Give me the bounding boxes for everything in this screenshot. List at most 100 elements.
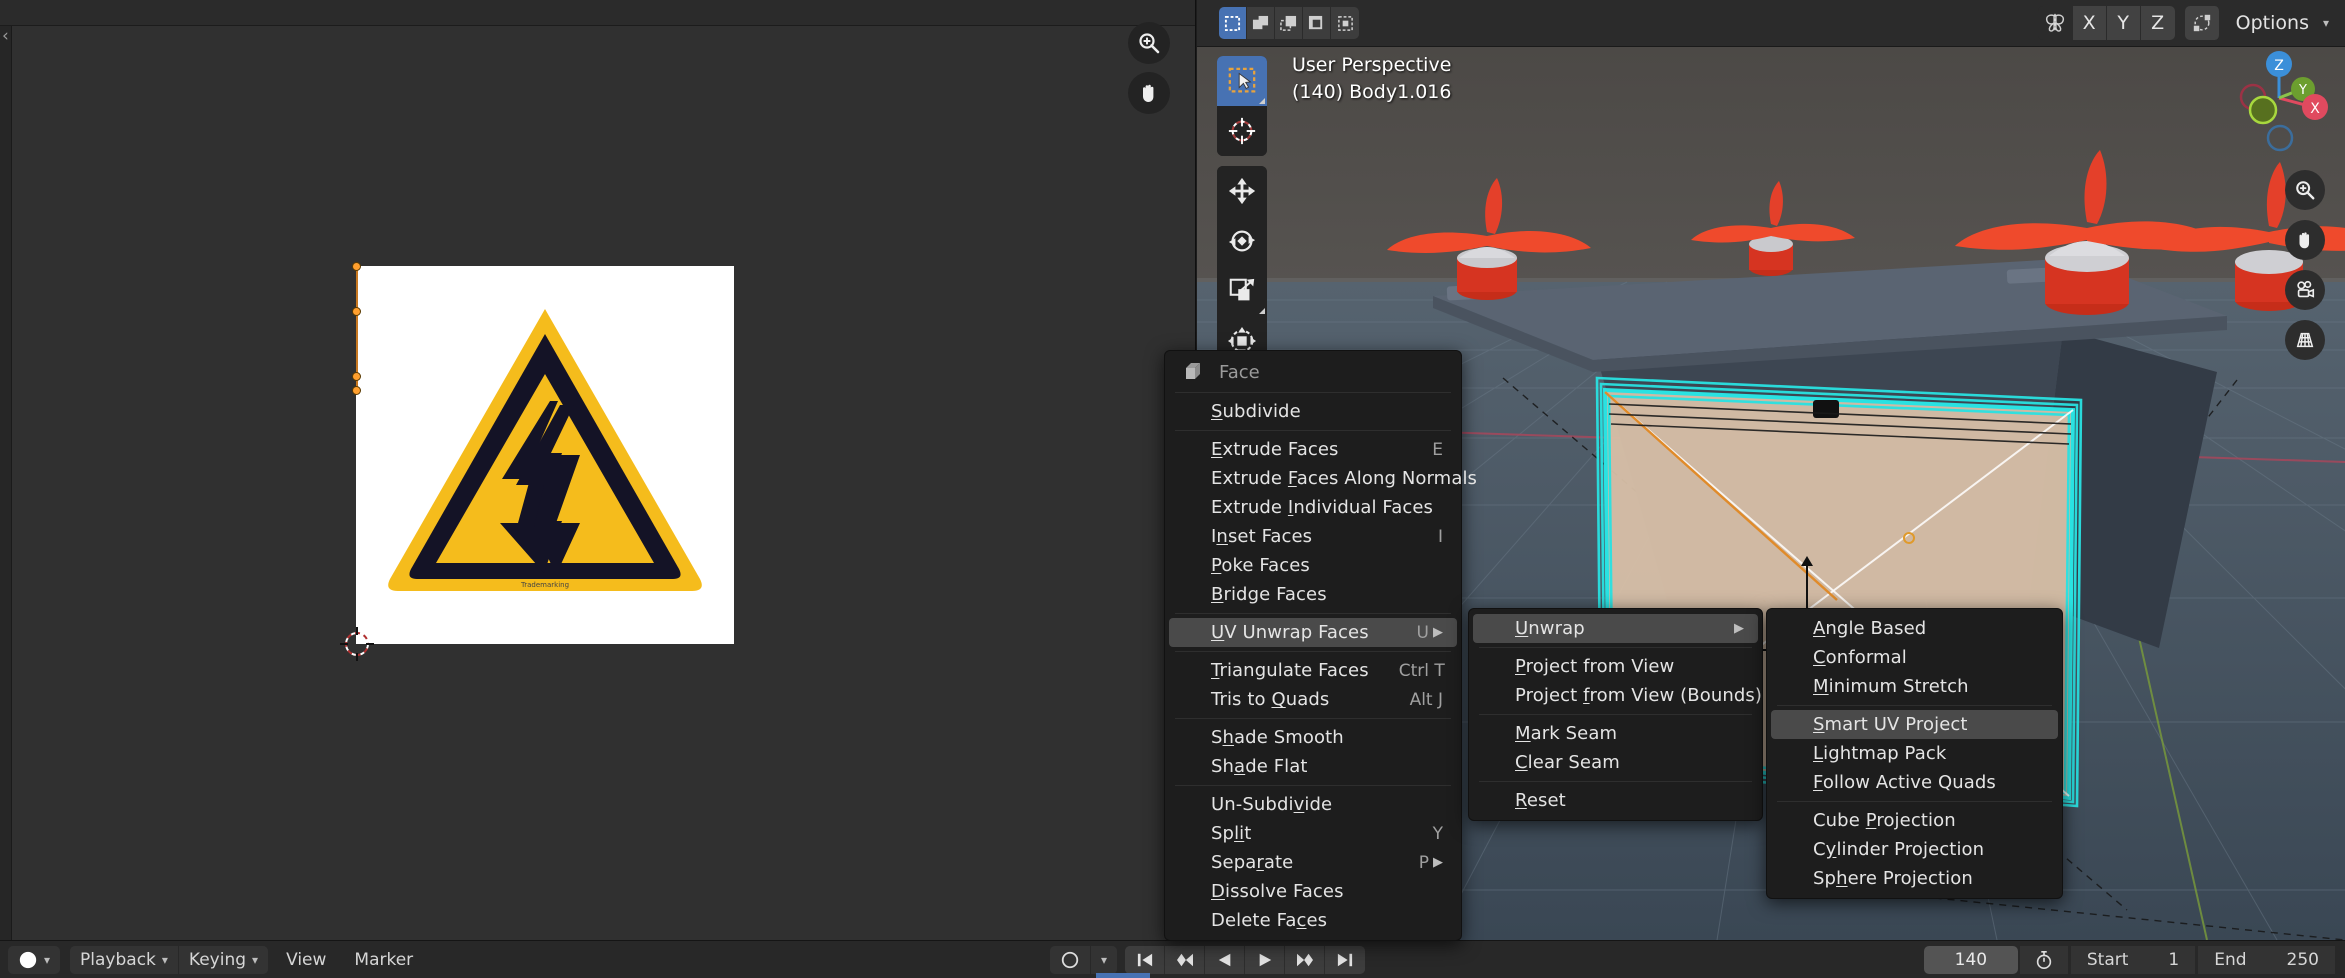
timeline-playhead[interactable]	[1096, 973, 1150, 978]
uv-submenu-items[interactable]: Unwrap ▶ Project from View Project from Vie…	[1469, 614, 1762, 815]
start-frame-control[interactable]: Start 1	[2070, 945, 2197, 974]
face-menu-items[interactable]: Subdivide Extrude Faces E Extrude Faces Alo…	[1165, 397, 1477, 935]
marker-menu[interactable]: Marker	[340, 950, 427, 970]
scale-tool-button[interactable]	[1217, 266, 1267, 316]
mirror-butterfly-icon[interactable]	[2037, 6, 2073, 40]
menu-item-cylinder-projection[interactable]: Cylinder Projection	[1771, 835, 2058, 864]
mirror-x-button[interactable]: X	[2072, 6, 2107, 40]
unwrap-method-submenu[interactable]: Angle Based Conformal Minimum Stretch Smart…	[1766, 608, 2063, 899]
play-reverse-button[interactable]	[1205, 945, 1246, 974]
menu-item-angle-based[interactable]: Angle Based	[1771, 614, 2058, 643]
transport-cluster[interactable]: ▾	[1050, 945, 1366, 974]
keying-menu[interactable]: Keying ▾	[178, 945, 269, 974]
menu-item-unwrap[interactable]: Unwrap ▶	[1473, 614, 1758, 643]
uv-image-canvas[interactable]: Trademarking	[356, 266, 734, 644]
timeline-menus[interactable]: Playback ▾ Keying ▾	[70, 945, 269, 974]
zoom-in-icon[interactable]	[2285, 170, 2325, 210]
hand-pan-icon[interactable]	[1128, 72, 1170, 114]
jump-to-start-button[interactable]	[1125, 945, 1166, 974]
viewport-header-right[interactable]: X Y Z Options ▾	[2037, 6, 2335, 40]
timeline-editor[interactable]: ▾ Playback ▾ Keying ▾ View Marker ▾ 140 …	[0, 940, 2345, 978]
uv-unwrap-submenu[interactable]: Unwrap ▶ Project from View Project from Vie…	[1468, 608, 1763, 821]
menu-item-poke-faces[interactable]: Poke Faces	[1169, 551, 1457, 580]
next-keyframe-button[interactable]	[1285, 945, 1326, 974]
hand-pan-icon[interactable]	[2285, 220, 2325, 260]
uv-editor-header[interactable]	[0, 0, 1195, 26]
menu-item-shade-smooth[interactable]: Shade Smooth	[1169, 723, 1457, 752]
auto-keying-group[interactable]: ▾	[1050, 945, 1118, 974]
menu-item-lightmap-pack[interactable]: Lightmap Pack	[1771, 739, 2058, 768]
selmode-tweak[interactable]	[1219, 7, 1247, 39]
mirror-y-button[interactable]: Y	[2106, 6, 2141, 40]
current-frame-field[interactable]: 140	[1923, 945, 2018, 974]
uv-vertex[interactable]	[352, 386, 361, 395]
menu-item-extrude-faces[interactable]: Extrude Faces E	[1169, 435, 1457, 464]
menu-item-uv-unwrap-faces[interactable]: UV Unwrap Faces U ▶	[1169, 618, 1457, 647]
uv-nav-buttons[interactable]	[1128, 22, 1170, 122]
prev-keyframe-button[interactable]	[1165, 945, 1206, 974]
menu-item-tris-to-quads[interactable]: Tris to Quads Alt J	[1169, 685, 1457, 714]
tool-group-transform[interactable]	[1217, 166, 1267, 366]
viewport-toolbar[interactable]	[1217, 56, 1267, 376]
viewport-nav-buttons[interactable]	[2285, 170, 2325, 370]
auto-key-dropdown[interactable]: ▾	[1091, 945, 1118, 974]
panel-collapse-icon[interactable]: ‹	[2, 28, 9, 45]
tool-group-select[interactable]	[1217, 56, 1267, 156]
menu-item-minimum-stretch[interactable]: Minimum Stretch	[1771, 672, 2058, 701]
menu-item-clear-seam[interactable]: Clear Seam	[1473, 748, 1758, 777]
proportional-editing-icon[interactable]	[2184, 6, 2220, 40]
menu-item-project-from-view-bounds[interactable]: Project from View (Bounds)	[1473, 681, 1762, 710]
menu-item-cube-projection[interactable]: Cube Projection	[1771, 806, 2058, 835]
playback-menu[interactable]: Playback ▾	[70, 945, 179, 974]
uv-vertex[interactable]	[352, 262, 361, 271]
menu-item-split[interactable]: Split Y	[1169, 819, 1457, 848]
face-context-menu[interactable]: Face Subdivide Extrude Faces E Extrude Face…	[1164, 350, 1477, 941]
menu-item-follow-active-quads[interactable]: Follow Active Quads	[1771, 768, 2058, 797]
move-tool-button[interactable]	[1217, 166, 1267, 216]
zoom-in-icon[interactable]	[1128, 22, 1170, 64]
options-menu[interactable]: Options ▾	[2230, 12, 2335, 34]
jump-to-end-button[interactable]	[1325, 945, 1366, 974]
2d-cursor-icon[interactable]	[340, 627, 374, 661]
menu-item-dissolve-faces[interactable]: Dissolve Faces	[1169, 877, 1457, 906]
menu-item-shade-flat[interactable]: Shade Flat	[1169, 752, 1457, 781]
selmode-subtract[interactable]	[1275, 7, 1303, 39]
menu-item-mark-seam[interactable]: Mark Seam	[1473, 719, 1758, 748]
menu-item-smart-uv-project[interactable]: Smart UV Project	[1771, 710, 2058, 739]
timeline-editor-icon[interactable]: ▾	[8, 945, 61, 974]
record-circle-icon[interactable]	[1050, 945, 1091, 974]
uv-image-editor[interactable]: ‹ Trademarking	[0, 0, 1196, 940]
viewport-header[interactable]: X Y Z Options ▾	[1197, 0, 2345, 47]
uv-vertex[interactable]	[352, 372, 361, 381]
mirror-group[interactable]: X Y Z	[2037, 6, 2175, 40]
menu-item-reset[interactable]: Reset	[1473, 786, 1758, 815]
end-frame-control[interactable]: End 250	[2198, 945, 2335, 974]
playback-transport[interactable]	[1125, 945, 1366, 974]
navigation-gizmo[interactable]: Z Y X	[2223, 42, 2335, 154]
menu-item-triangulate-faces[interactable]: Triangulate Faces Ctrl T	[1169, 656, 1457, 685]
grid-perspective-icon[interactable]	[2285, 320, 2325, 360]
uv-vertex[interactable]	[352, 307, 361, 316]
menu-item-conformal[interactable]: Conformal	[1771, 643, 2058, 672]
cursor-tool-button[interactable]	[1217, 106, 1267, 156]
mirror-z-button[interactable]: Z	[2140, 6, 2175, 40]
menu-item-un-subdivide[interactable]: Un-Subdivide	[1169, 790, 1457, 819]
menu-item-extrude-faces-along-normals[interactable]: Extrude Faces Along Normals	[1169, 464, 1477, 493]
tweak-tool-button[interactable]	[1217, 56, 1267, 106]
menu-item-extrude-individual-faces[interactable]: Extrude Individual Faces	[1169, 493, 1457, 522]
select-mode-group[interactable]	[1219, 7, 1359, 39]
selmode-invert[interactable]	[1303, 7, 1331, 39]
menu-item-bridge-faces[interactable]: Bridge Faces	[1169, 580, 1457, 609]
view-menu[interactable]: View	[272, 950, 340, 970]
menu-item-separate[interactable]: Separate P ▶	[1169, 848, 1457, 877]
stopwatch-icon[interactable]	[2019, 945, 2069, 974]
menu-item-inset-faces[interactable]: Inset Faces I	[1169, 522, 1457, 551]
selmode-intersect[interactable]	[1331, 7, 1359, 39]
play-button[interactable]	[1245, 945, 1286, 974]
unwrap-submenu-items[interactable]: Angle Based Conformal Minimum Stretch Smart…	[1767, 614, 2062, 893]
menu-item-delete-faces[interactable]: Delete Faces	[1169, 906, 1457, 935]
menu-item-sphere-projection[interactable]: Sphere Projection	[1771, 864, 2058, 893]
frame-range-controls[interactable]: 140 Start 1 End 250	[1923, 945, 2335, 974]
selmode-extend[interactable]	[1247, 7, 1275, 39]
editor-type-selector[interactable]: ▾	[8, 945, 61, 974]
